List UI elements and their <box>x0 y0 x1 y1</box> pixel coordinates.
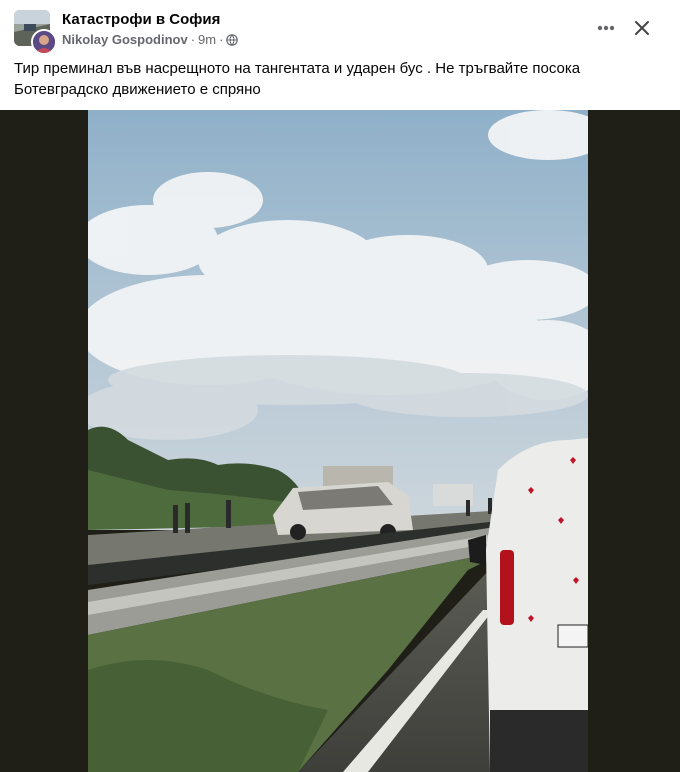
post-media[interactable] <box>0 110 680 772</box>
author-name[interactable]: Nikolay Gospodinov <box>62 32 188 47</box>
meta-separator: · <box>190 32 196 47</box>
post-header: Катастрофи в София Nikolay Gospodinov · … <box>0 0 680 56</box>
post-meta: Nikolay Gospodinov · 9m · <box>62 32 239 47</box>
globe-icon <box>226 33 239 46</box>
post-photo[interactable] <box>88 110 588 772</box>
post-text: Тир преминал във насрещното на тангентат… <box>14 60 581 98</box>
close-button[interactable] <box>628 14 656 42</box>
avatar-group[interactable] <box>14 10 57 55</box>
group-name[interactable]: Катастрофи в София <box>62 11 220 28</box>
more-options-icon <box>597 25 615 31</box>
user-avatar[interactable] <box>31 29 57 55</box>
close-icon <box>634 20 650 36</box>
post-time[interactable]: 9m <box>198 32 216 47</box>
more-options-button[interactable] <box>592 14 620 42</box>
meta-separator: · <box>219 32 224 47</box>
